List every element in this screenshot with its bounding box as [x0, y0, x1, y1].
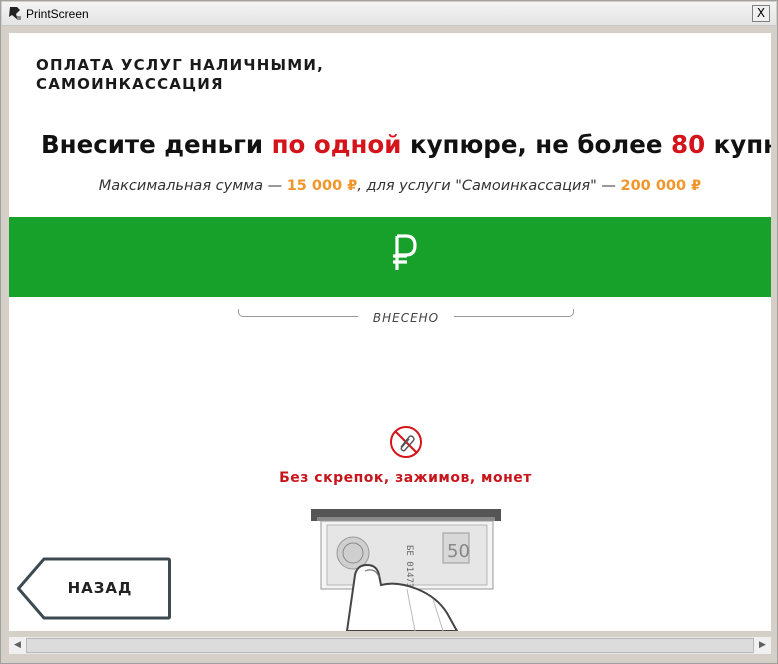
bill-insertion-illustration: БЕ 0147343 50 [311, 509, 501, 631]
ruble-icon [393, 234, 417, 270]
subline-text-1: Максимальная сумма — [98, 178, 287, 194]
scroll-left-arrow-icon[interactable]: ◀ [9, 637, 26, 654]
back-button-label: НАЗАД [67, 579, 133, 597]
kiosk-screen: ОПЛАТА УСЛУГ НАЛИЧНЫМИ, САМОИНКАССАЦИЯ В… [9, 33, 771, 631]
title-bar: PrintScreen X [2, 2, 776, 26]
deposited-caption: ВНЕСЕНО [238, 309, 574, 325]
application-window: PrintScreen X ОПЛАТА УСЛУГ НАЛИЧНЫМИ, СА… [0, 0, 778, 664]
close-button[interactable]: X [752, 5, 770, 22]
printscreen-app-icon [9, 7, 21, 20]
headline-highlight-max-count: 80 [671, 130, 706, 159]
back-button[interactable]: НАЗАД [17, 557, 171, 620]
subline-text-2: , для услуги "Самоинкассация" — [357, 178, 621, 194]
instruction-headline: Внесите деньги по одной купюре, не более… [41, 130, 771, 159]
max-amount: 15 000 ₽ [286, 178, 358, 194]
window-title: PrintScreen [26, 7, 89, 21]
self-collection-max-amount: 200 000 ₽ [620, 178, 702, 194]
headline-text-3: купюр [713, 130, 771, 159]
no-clips-warning: Без скрепок, зажимов, монет [279, 470, 532, 486]
limits-subline: Максимальная сумма — 15 000 ₽, для услуг… [9, 178, 771, 194]
headline-highlight-one-by-one: по одной [271, 130, 402, 159]
service-title: ОПЛАТА УСЛУГ НАЛИЧНЫМИ, САМОИНКАССАЦИЯ [36, 56, 324, 93]
horizontal-scrollbar[interactable]: ◀ ▶ [9, 637, 771, 654]
headline-text-2: купюре, не более [401, 130, 672, 159]
svg-text:50: 50 [447, 541, 470, 562]
scroll-thumb[interactable] [26, 638, 754, 653]
deposited-label: ВНЕСЕНО [372, 311, 440, 325]
scroll-right-arrow-icon[interactable]: ▶ [754, 637, 771, 654]
deposited-amount-bar [9, 217, 771, 297]
no-clip-icon [390, 426, 422, 458]
headline-text-1: Внесите деньги [41, 130, 272, 159]
